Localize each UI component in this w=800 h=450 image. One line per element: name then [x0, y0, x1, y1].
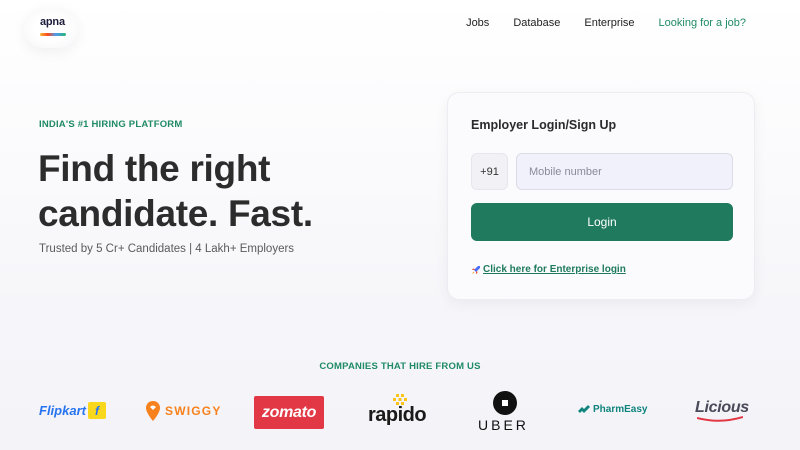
- nav-database[interactable]: Database: [513, 17, 560, 29]
- swiggy-logo: SWIGGY: [146, 401, 222, 421]
- country-code[interactable]: +91: [471, 153, 508, 190]
- employer-login-card: Employer Login/Sign Up +91 Login Click h…: [447, 92, 755, 300]
- rapido-logo: rapido: [368, 394, 430, 432]
- hero-headline: Find the right candidate. Fast.: [38, 148, 313, 234]
- swiggy-pin-icon: [146, 401, 160, 421]
- enterprise-login-link[interactable]: Click here for Enterprise login: [471, 264, 626, 275]
- uber-circle-icon: [493, 391, 517, 415]
- top-navbar: apna Jobs Database Enterprise Looking fo…: [0, 0, 800, 50]
- licious-text: Licious: [695, 399, 749, 416]
- pharmeasy-icon: [578, 404, 590, 413]
- hero-tagline: INDIA'S #1 HIRING PLATFORM: [39, 119, 183, 130]
- companies-title: COMPANIES THAT HIRE FROM US: [319, 361, 481, 372]
- logo-underline: [40, 33, 66, 36]
- zomato-text: zomato: [261, 403, 317, 421]
- uber-logo: UBER: [476, 391, 536, 433]
- rocket-icon: [472, 265, 480, 274]
- pharmeasy-text: PharmEasy: [593, 404, 648, 415]
- swiggy-text: SWIGGY: [165, 404, 222, 418]
- logo-text: apna: [40, 16, 65, 28]
- pharmeasy-logo: PharmEasy: [578, 404, 647, 415]
- main-nav: Jobs Database Enterprise Looking for a j…: [442, 17, 746, 29]
- mobile-number-input[interactable]: [516, 153, 733, 190]
- rapido-text: rapido: [368, 404, 427, 426]
- licious-logo: Licious: [695, 399, 749, 422]
- flipkart-logo: Flipkart f: [39, 402, 106, 419]
- licious-swoosh-icon: [697, 416, 743, 422]
- enterprise-login-text[interactable]: Click here for Enterprise login: [483, 264, 626, 275]
- hero-trusted-text: Trusted by 5 Cr+ Candidates | 4 Lakh+ Em…: [39, 243, 295, 255]
- nav-jobs[interactable]: Jobs: [466, 17, 489, 29]
- login-button[interactable]: Login: [471, 203, 733, 241]
- zomato-logo: zomato: [254, 396, 324, 429]
- flipkart-text: Flipkart: [39, 403, 86, 418]
- login-card-title: Employer Login/Sign Up: [471, 118, 617, 132]
- flipkart-bag-icon: f: [87, 402, 106, 419]
- apna-logo[interactable]: apna: [24, 8, 78, 48]
- nav-looking-for-job[interactable]: Looking for a job?: [659, 17, 746, 29]
- uber-text: UBER: [478, 417, 529, 433]
- nav-enterprise[interactable]: Enterprise: [584, 17, 634, 29]
